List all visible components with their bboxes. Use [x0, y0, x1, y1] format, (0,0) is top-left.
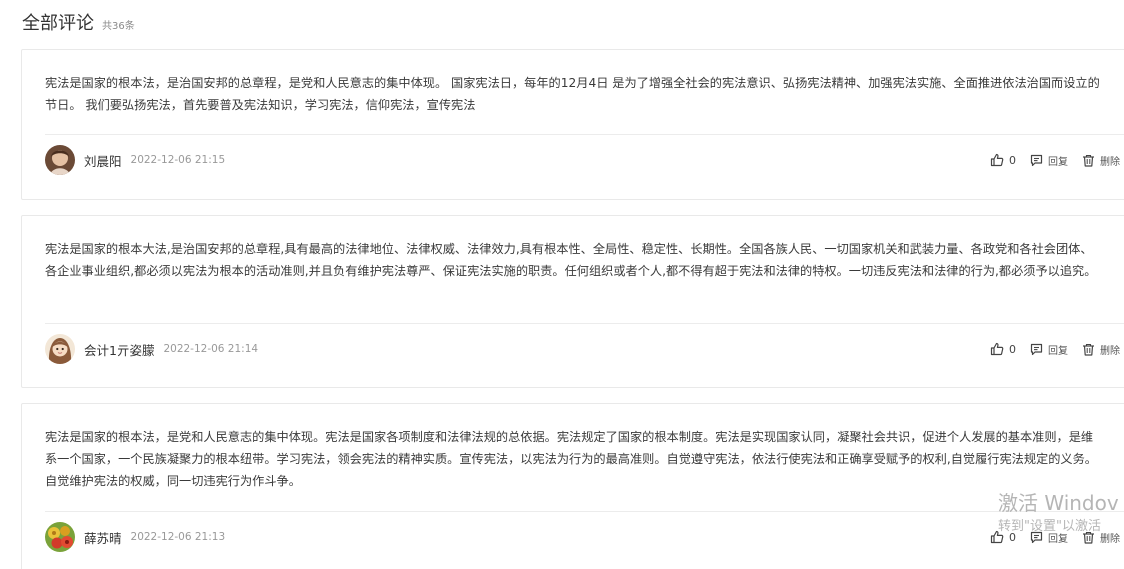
like-button[interactable]: 0: [990, 153, 1016, 167]
comments-page: 全部评论 共36条 宪法是国家的根本法，是治国安邦的总章程，是党和人民意志的集中…: [0, 0, 1124, 569]
trash-icon: [1083, 154, 1094, 167]
comment-username[interactable]: 薛苏晴: [84, 528, 122, 547]
comment-card: 宪法是国家的根本法，是治国安邦的总章程，是党和人民意志的集中体现。 国家宪法日，…: [21, 49, 1124, 200]
delete-button[interactable]: 删除: [1082, 530, 1120, 545]
comments-title: 全部评论: [22, 13, 94, 34]
comment-actions: 0 回复 删除: [990, 144, 1120, 176]
trash-icon: [1083, 531, 1094, 544]
comment-username[interactable]: 刘晨阳: [84, 151, 122, 170]
comments-header: 全部评论 共36条: [22, 9, 135, 37]
reply-icon: [1030, 343, 1043, 355]
reply-button[interactable]: 回复: [1030, 342, 1068, 357]
comment-timestamp: 2022-12-06 21:13: [130, 531, 226, 543]
reply-label: 回复: [1048, 156, 1068, 168]
like-button[interactable]: 0: [990, 530, 1016, 544]
thumbs-up-icon: [990, 530, 1004, 544]
user-avatar[interactable]: [45, 334, 75, 364]
reply-label: 回复: [1048, 345, 1068, 357]
delete-button[interactable]: 删除: [1082, 153, 1120, 168]
comments-count: 共36条: [102, 21, 135, 32]
comment-actions: 0 回复 删除: [990, 333, 1120, 365]
like-count: 0: [1009, 530, 1016, 544]
thumbs-up-icon: [990, 342, 1004, 356]
reply-icon: [1030, 531, 1043, 543]
like-button[interactable]: 0: [990, 342, 1016, 356]
comment-text: 宪法是国家的根本大法,是治国安邦的总章程,具有最高的法律地位、法律权威、法律效力…: [45, 242, 1097, 278]
trash-icon: [1083, 343, 1094, 356]
user-avatar[interactable]: [45, 522, 75, 552]
comment-meta: 薛苏晴 2022-12-06 21:13: [45, 521, 225, 553]
comment-divider: [45, 134, 1124, 135]
reply-button[interactable]: 回复: [1030, 530, 1068, 545]
delete-label: 删除: [1100, 156, 1120, 168]
comment-meta: 会计1亓姿朦 2022-12-06 21:14: [45, 333, 258, 365]
delete-button[interactable]: 删除: [1082, 342, 1120, 357]
comment-divider: [45, 323, 1124, 324]
delete-label: 删除: [1100, 533, 1120, 545]
reply-icon: [1030, 154, 1043, 166]
comment-timestamp: 2022-12-06 21:15: [130, 154, 226, 166]
reply-button[interactable]: 回复: [1030, 153, 1068, 168]
user-avatar[interactable]: [45, 145, 75, 175]
comment-card: 宪法是国家的根本法，是党和人民意志的集中体现。宪法是国家各项制度和法律法规的总依…: [21, 403, 1124, 569]
comment-timestamp: 2022-12-06 21:14: [163, 343, 259, 355]
comment-username[interactable]: 会计1亓姿朦: [84, 340, 154, 359]
delete-label: 删除: [1100, 345, 1120, 357]
thumbs-up-icon: [990, 153, 1004, 167]
like-count: 0: [1009, 153, 1016, 167]
comment-text: 宪法是国家的根本法，是党和人民意志的集中体现。宪法是国家各项制度和法律法规的总依…: [45, 430, 1097, 488]
comment-actions: 0 回复 删除: [990, 521, 1120, 553]
comment-meta: 刘晨阳 2022-12-06 21:15: [45, 144, 225, 176]
like-count: 0: [1009, 342, 1016, 356]
comment-text: 宪法是国家的根本法，是治国安邦的总章程，是党和人民意志的集中体现。 国家宪法日，…: [45, 76, 1100, 112]
reply-label: 回复: [1048, 533, 1068, 545]
comment-card: 宪法是国家的根本大法,是治国安邦的总章程,具有最高的法律地位、法律权威、法律效力…: [21, 215, 1124, 388]
comment-divider: [45, 511, 1124, 512]
